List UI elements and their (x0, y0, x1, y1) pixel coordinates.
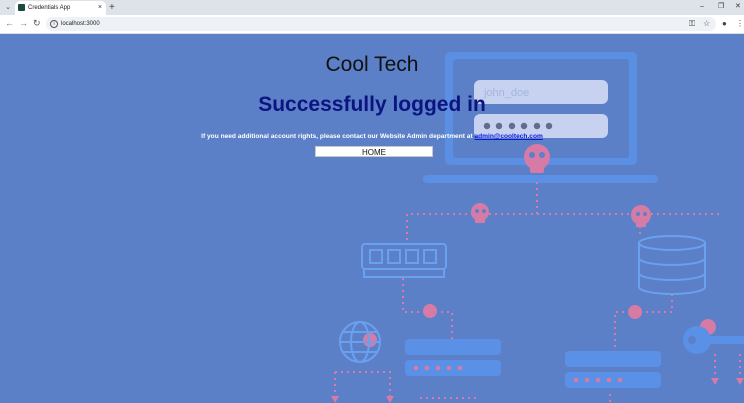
minimize-window-icon[interactable]: – (700, 2, 704, 12)
browser-tab[interactable]: Credentials App × (15, 1, 106, 15)
page-viewport: john_doe Cool Tech Successfully logged i… (0, 34, 744, 403)
reload-icon[interactable]: ↻ (33, 18, 41, 29)
server-icon (361, 243, 447, 278)
home-button[interactable]: HOME (315, 146, 433, 157)
database-icon (638, 235, 706, 295)
url-text[interactable]: localhost:3000 (61, 20, 100, 28)
account-rights-notice: If you need additional account rights, p… (0, 132, 744, 141)
cyber-security-illustration: john_doe (331, 52, 744, 403)
bookmark-star-icon[interactable]: ☆ (703, 18, 710, 29)
browser-menu-icon[interactable]: ⋮ (736, 18, 744, 29)
browser-tab-bar: ⌄ Credentials App × + – ❐ ✕ (0, 0, 744, 15)
success-heading: Successfully logged in (258, 93, 486, 116)
address-bar[interactable]: i localhost:3000 ⚿ ☆ (46, 17, 716, 31)
new-tab-button[interactable]: + (109, 2, 115, 13)
site-info-icon[interactable]: i (50, 20, 58, 28)
tab-favicon-icon (18, 4, 25, 11)
tab-list-chevron-icon[interactable]: ⌄ (3, 3, 13, 13)
site-title: Cool Tech (325, 53, 419, 76)
forward-arrow-icon[interactable]: → (19, 18, 28, 29)
globe-icon (339, 321, 381, 363)
close-window-icon[interactable]: ✕ (735, 2, 741, 12)
tab-close-icon[interactable]: × (98, 3, 102, 12)
password-key-icon[interactable]: ⚿ (689, 18, 695, 29)
tab-title: Credentials App (28, 5, 71, 11)
browser-toolbar: ← → ↻ i localhost:3000 ⚿ ☆ ● ⋮ (0, 15, 744, 34)
admin-email-link[interactable]: admin@cooltech.com (474, 133, 542, 140)
restore-window-icon[interactable]: ❐ (718, 2, 724, 12)
notice-text: If you need additional account rights, p… (201, 133, 473, 140)
back-arrow-icon[interactable]: ← (5, 18, 14, 29)
profile-avatar-icon[interactable]: ● (722, 18, 727, 29)
